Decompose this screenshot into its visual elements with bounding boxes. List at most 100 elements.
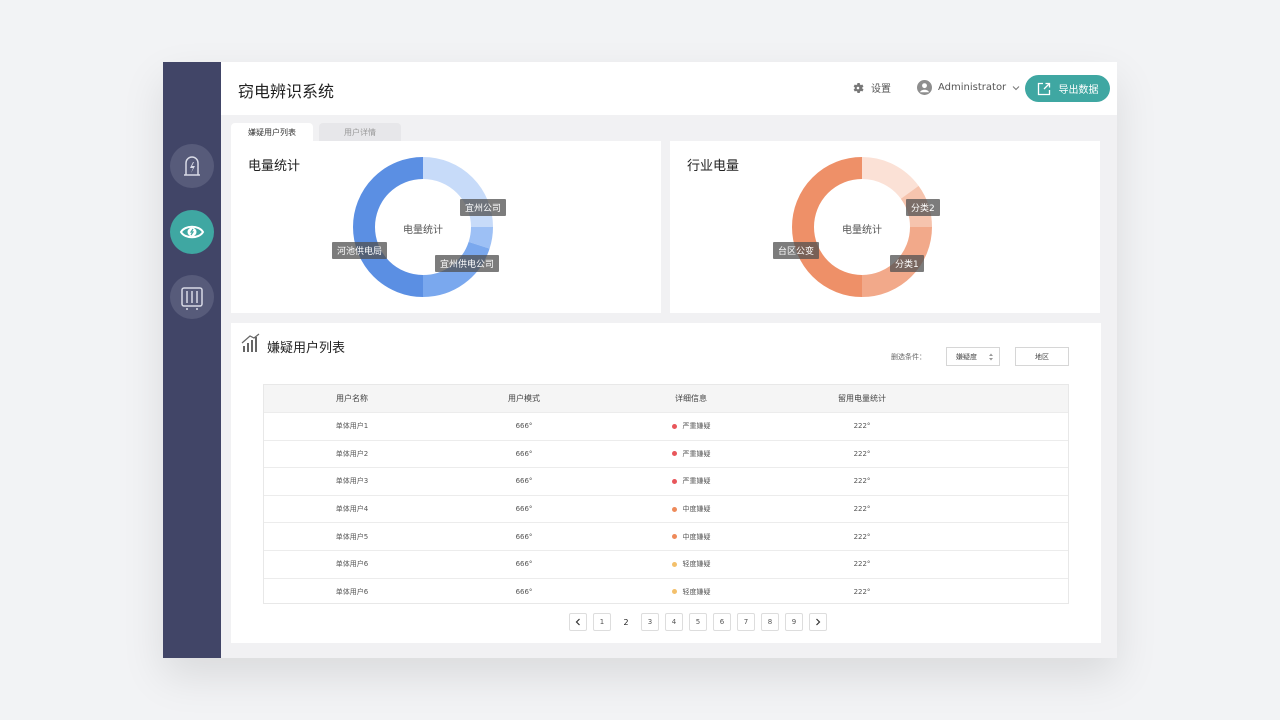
page-button-4[interactable]: 4 bbox=[665, 613, 683, 631]
cell-user-name: 单体用户6 bbox=[335, 587, 369, 596]
cell-user-mode: 666° bbox=[515, 532, 533, 541]
cell-power-stat: 222° bbox=[853, 532, 871, 541]
status-text: 轻度嫌疑 bbox=[682, 587, 711, 596]
tab-suspect-list[interactable]: 嫌疑用户列表 bbox=[231, 123, 313, 141]
meter-box-icon bbox=[181, 287, 203, 310]
table-row[interactable]: 单体用户1 666° 严重嫌疑 222° bbox=[264, 412, 1068, 440]
column-header-mode[interactable]: 用户模式 bbox=[440, 393, 608, 404]
column-header-detail[interactable]: 详细信息 bbox=[608, 393, 774, 404]
status-dot bbox=[671, 561, 677, 567]
table-row[interactable]: 单体用户6 666° 轻度嫌疑 222° bbox=[264, 577, 1068, 606]
status-dot bbox=[671, 506, 677, 512]
cell-power-stat: 222° bbox=[853, 505, 871, 514]
industry-segment-tag-3: 台区公变 bbox=[773, 242, 820, 259]
sidebar-item-monitor[interactable] bbox=[170, 210, 214, 254]
export-data-button[interactable]: 导出数据 bbox=[1025, 75, 1110, 102]
cell-detail: 轻度嫌疑 bbox=[608, 587, 774, 597]
page-button-6[interactable]: 6 bbox=[713, 613, 731, 631]
table-row[interactable]: 单体用户5 666° 中度嫌疑 222° bbox=[264, 522, 1068, 550]
spinner-arrows-icon bbox=[989, 353, 993, 361]
status-dot bbox=[671, 423, 677, 429]
chevron-right-icon bbox=[816, 618, 821, 626]
user-menu[interactable]: Administrator bbox=[917, 80, 1020, 95]
column-header-name[interactable]: 用户名称 bbox=[264, 393, 440, 404]
cell-user-mode: 666° bbox=[515, 505, 533, 514]
sidebar-item-power-station[interactable] bbox=[170, 144, 214, 188]
suspicion-filter-value: 嫌疑度 bbox=[956, 352, 977, 361]
cell-detail: 严重嫌疑 bbox=[608, 476, 774, 486]
status-dot bbox=[671, 589, 677, 595]
cell-user-name: 单体用户2 bbox=[335, 449, 369, 458]
page-button-9[interactable]: 9 bbox=[785, 613, 803, 631]
app-title: 窃电辨识系统 bbox=[238, 82, 335, 101]
chevron-down-icon bbox=[1012, 85, 1020, 90]
sidebar-item-meter-box[interactable] bbox=[170, 275, 214, 319]
page-button-1[interactable]: 1 bbox=[593, 613, 611, 631]
avatar-icon bbox=[917, 80, 932, 95]
settings-label: 设置 bbox=[871, 84, 891, 95]
power-segment-tag-3: 河池供电局 bbox=[332, 242, 388, 259]
gear-icon bbox=[853, 82, 864, 93]
app-window: 窃电辨识系统 设置 Administrator 导出数据 嫌疑用户列表 用户详情… bbox=[163, 62, 1117, 658]
prev-page-button[interactable] bbox=[569, 613, 587, 631]
column-header-stat[interactable]: 留用电量统计 bbox=[774, 393, 950, 404]
page-button-8[interactable]: 8 bbox=[761, 613, 779, 631]
cell-detail: 轻度嫌疑 bbox=[608, 559, 774, 569]
top-header: 窃电辨识系统 设置 Administrator 导出数据 bbox=[221, 62, 1117, 115]
cell-power-stat: 222° bbox=[853, 587, 871, 596]
status-text: 严重嫌疑 bbox=[682, 422, 711, 431]
cell-power-stat: 222° bbox=[853, 477, 871, 486]
chevron-left-icon bbox=[575, 618, 580, 626]
industry-center-label: 电量统计 bbox=[842, 225, 882, 236]
power-stats-title: 电量统计 bbox=[248, 159, 301, 174]
industry-power-card: 行业电量 电量统计 分类2 分类1 台区公变 bbox=[670, 141, 1100, 313]
cell-user-mode: 666° bbox=[515, 587, 533, 596]
table-body: 单体用户1 666° 严重嫌疑 222° 单体用户2 666° 严重嫌疑 222° 单体用户3 6… bbox=[264, 412, 1068, 605]
cell-user-name: 单体用户1 bbox=[335, 422, 369, 431]
user-name: Administrator bbox=[938, 82, 1007, 93]
table-row[interactable]: 单体用户2 666° 严重嫌疑 222° bbox=[264, 439, 1068, 468]
suspicion-filter-select[interactable]: 嫌疑度 bbox=[946, 347, 1000, 366]
export-label: 导出数据 bbox=[1058, 85, 1099, 96]
cell-user-name: 单体用户4 bbox=[335, 505, 369, 514]
power-segment-tag-2: 宜州供电公司 bbox=[435, 255, 500, 272]
cell-power-stat: 222° bbox=[853, 422, 871, 431]
tab-user-detail[interactable]: 用户详情 bbox=[319, 123, 401, 141]
cell-user-name: 单体用户3 bbox=[335, 477, 369, 486]
page-button-3[interactable]: 3 bbox=[641, 613, 659, 631]
industry-power-title: 行业电量 bbox=[687, 159, 740, 174]
page-button-5[interactable]: 5 bbox=[689, 613, 707, 631]
status-dot bbox=[671, 451, 677, 457]
table-row[interactable]: 单体用户3 666° 严重嫌疑 222° bbox=[264, 467, 1068, 495]
industry-segment-1 bbox=[861, 157, 919, 200]
cell-power-stat: 222° bbox=[853, 560, 871, 569]
cell-detail: 严重嫌疑 bbox=[608, 449, 774, 459]
status-dot bbox=[671, 478, 677, 484]
power-stats-card: 电量统计 电量统计 宜州公司 宜州供电公司 河池供电局 bbox=[231, 141, 661, 313]
suspect-list-card: 嫌疑用户列表 删选条件： 嫌疑度 地区 用户名称 用户模式 详细信息 留用电量统… bbox=[231, 323, 1101, 643]
status-text: 严重嫌疑 bbox=[682, 449, 711, 458]
eye-icon bbox=[179, 225, 205, 239]
status-text: 中度嫌疑 bbox=[682, 532, 711, 541]
cell-detail: 中度嫌疑 bbox=[608, 504, 774, 514]
status-dot bbox=[671, 534, 677, 540]
cell-user-name: 单体用户6 bbox=[335, 560, 369, 569]
cell-user-mode: 666° bbox=[515, 477, 533, 486]
cell-power-stat: 222° bbox=[853, 449, 871, 458]
region-filter-button[interactable]: 地区 bbox=[1015, 347, 1069, 366]
table-row[interactable]: 单体用户4 666° 中度嫌疑 222° bbox=[264, 494, 1068, 523]
table-row[interactable]: 单体用户6 666° 轻度嫌疑 222° bbox=[264, 549, 1068, 578]
power-station-icon bbox=[184, 156, 200, 176]
power-stats-center-label: 电量统计 bbox=[403, 225, 443, 236]
bar-chart-icon bbox=[241, 333, 260, 352]
suspect-list-title: 嫌疑用户列表 bbox=[267, 341, 346, 356]
industry-segment-tag-1: 分类2 bbox=[906, 199, 940, 216]
export-icon bbox=[1037, 82, 1050, 95]
settings-button[interactable]: 设置 bbox=[851, 80, 891, 95]
cell-user-name: 单体用户5 bbox=[335, 532, 369, 541]
cell-detail: 严重嫌疑 bbox=[608, 421, 774, 431]
page-button-7[interactable]: 7 bbox=[737, 613, 755, 631]
filter-label: 删选条件： bbox=[891, 353, 926, 361]
page-button-2[interactable]: 2 bbox=[617, 613, 635, 631]
next-page-button[interactable] bbox=[809, 613, 827, 631]
